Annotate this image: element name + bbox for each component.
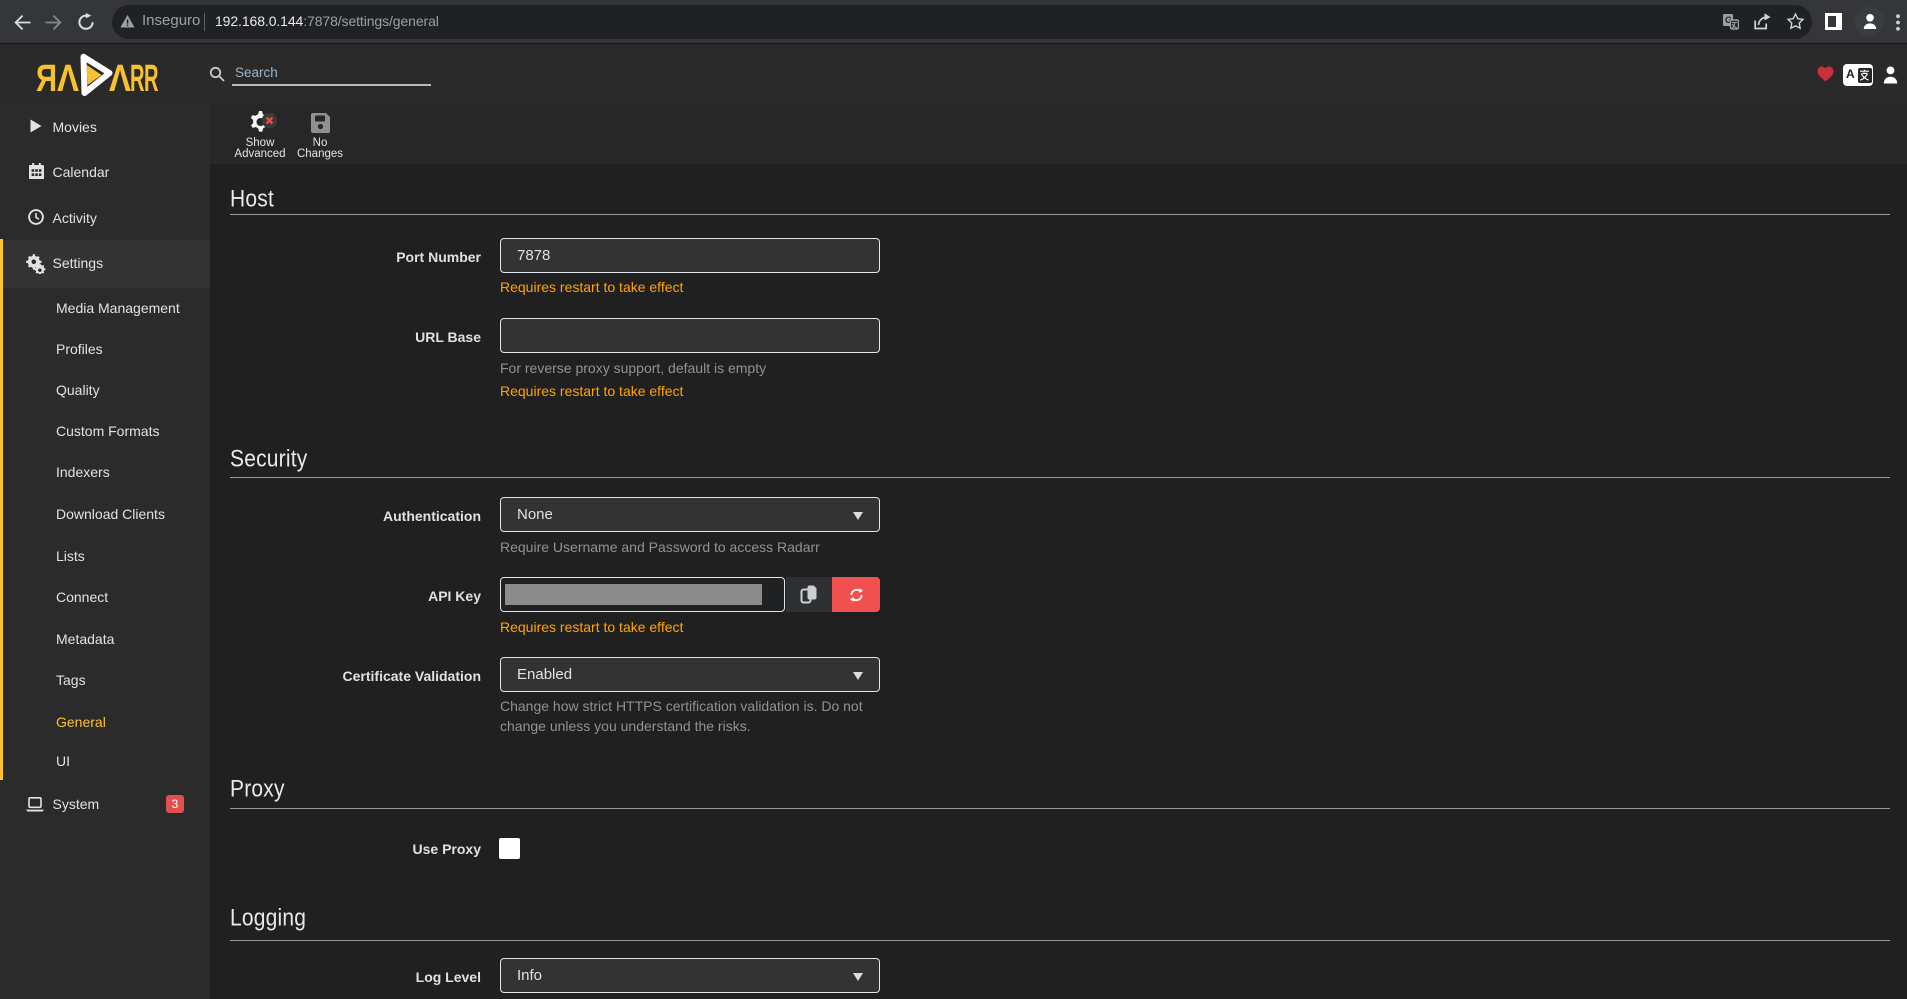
svg-text:Λ: Λ [109, 58, 132, 100]
svg-text:Я: Я [36, 58, 57, 100]
svg-text:R: R [130, 58, 145, 100]
svg-text:R: R [144, 58, 159, 100]
svg-text:Λ: Λ [57, 58, 80, 100]
